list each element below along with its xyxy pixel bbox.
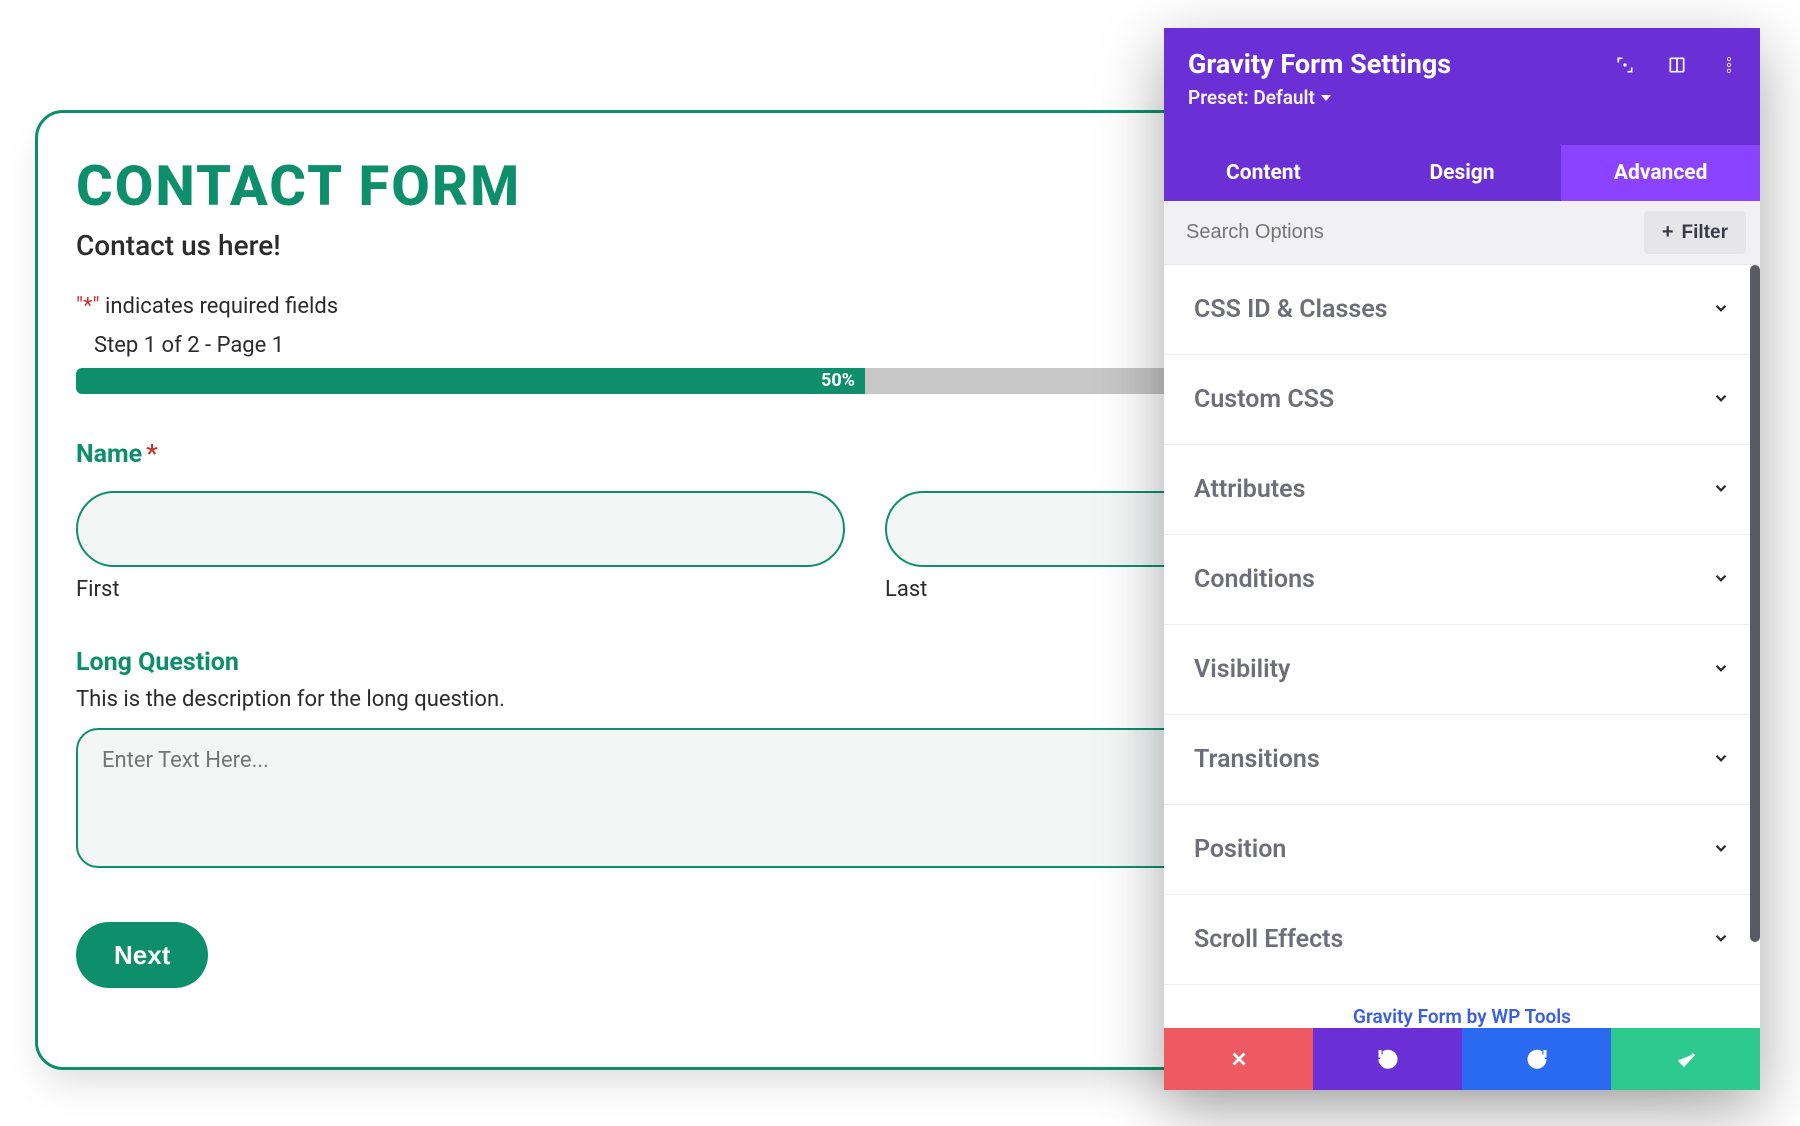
section-label: Position [1194, 835, 1286, 864]
tab-advanced[interactable]: Advanced [1561, 145, 1760, 201]
section-scroll-effects[interactable]: Scroll Effects [1164, 895, 1760, 985]
section-label: Scroll Effects [1194, 925, 1343, 954]
panel-scrollbar[interactable] [1750, 265, 1760, 942]
sections-list[interactable]: CSS ID & Classes Custom CSS Attributes C… [1164, 265, 1760, 1001]
first-name-sublabel: First [76, 577, 845, 602]
chevron-down-icon [1712, 659, 1730, 681]
plus-icon: + [1662, 221, 1674, 244]
chevron-down-icon [1712, 479, 1730, 501]
tab-design[interactable]: Design [1363, 145, 1562, 201]
section-custom-css[interactable]: Custom CSS [1164, 355, 1760, 445]
tab-content[interactable]: Content [1164, 145, 1363, 201]
save-button[interactable] [1611, 1028, 1760, 1090]
section-conditions[interactable]: Conditions [1164, 535, 1760, 625]
section-label: CSS ID & Classes [1194, 295, 1388, 324]
section-visibility[interactable]: Visibility [1164, 625, 1760, 715]
filter-label: Filter [1682, 222, 1728, 244]
settings-panel: Gravity Form Settings Preset: Default Co… [1164, 28, 1760, 1090]
required-star-quote-open: " [76, 294, 83, 319]
required-star: * [83, 294, 92, 319]
section-label: Visibility [1194, 655, 1290, 684]
section-label: Conditions [1194, 565, 1315, 594]
cancel-button[interactable] [1164, 1028, 1313, 1090]
required-star-quote-close: " [93, 294, 100, 319]
chevron-down-icon [1712, 389, 1730, 411]
section-label: Custom CSS [1194, 385, 1334, 414]
progress-percent: 50% [821, 368, 855, 394]
panel-header: Gravity Form Settings Preset: Default [1164, 28, 1760, 145]
section-transitions[interactable]: Transitions [1164, 715, 1760, 805]
chevron-down-icon [1712, 569, 1730, 591]
section-label: Transitions [1194, 745, 1320, 774]
search-options-input[interactable] [1164, 203, 1630, 262]
chevron-down-icon [1712, 929, 1730, 951]
chevron-down-icon [1712, 839, 1730, 861]
section-attributes[interactable]: Attributes [1164, 445, 1760, 535]
section-css-id-classes[interactable]: CSS ID & Classes [1164, 265, 1760, 355]
required-note-text: indicates required fields [105, 294, 338, 319]
progress-bar-fill: 50% [76, 368, 865, 394]
chevron-down-icon [1712, 749, 1730, 771]
responsive-icon[interactable] [1662, 50, 1692, 80]
first-name-input[interactable] [76, 491, 845, 567]
name-required-mark: * [146, 440, 157, 469]
preset-label: Preset: Default [1188, 86, 1315, 109]
panel-credit-link[interactable]: Gravity Form by WP Tools [1164, 1001, 1760, 1028]
expand-icon[interactable] [1610, 50, 1640, 80]
redo-button[interactable] [1462, 1028, 1611, 1090]
more-menu-icon[interactable] [1714, 50, 1744, 80]
section-position[interactable]: Position [1164, 805, 1760, 895]
undo-button[interactable] [1313, 1028, 1462, 1090]
preset-dropdown[interactable]: Preset: Default [1188, 86, 1331, 109]
search-bar: + Filter [1164, 201, 1760, 265]
next-button[interactable]: Next [76, 922, 208, 988]
panel-tabs: Content Design Advanced [1164, 145, 1760, 201]
chevron-down-icon [1712, 299, 1730, 321]
section-label: Attributes [1194, 475, 1306, 504]
filter-button[interactable]: + Filter [1644, 211, 1746, 254]
panel-bottom-bar [1164, 1028, 1760, 1090]
name-label-text: Name [76, 440, 142, 469]
caret-down-icon [1321, 95, 1331, 101]
